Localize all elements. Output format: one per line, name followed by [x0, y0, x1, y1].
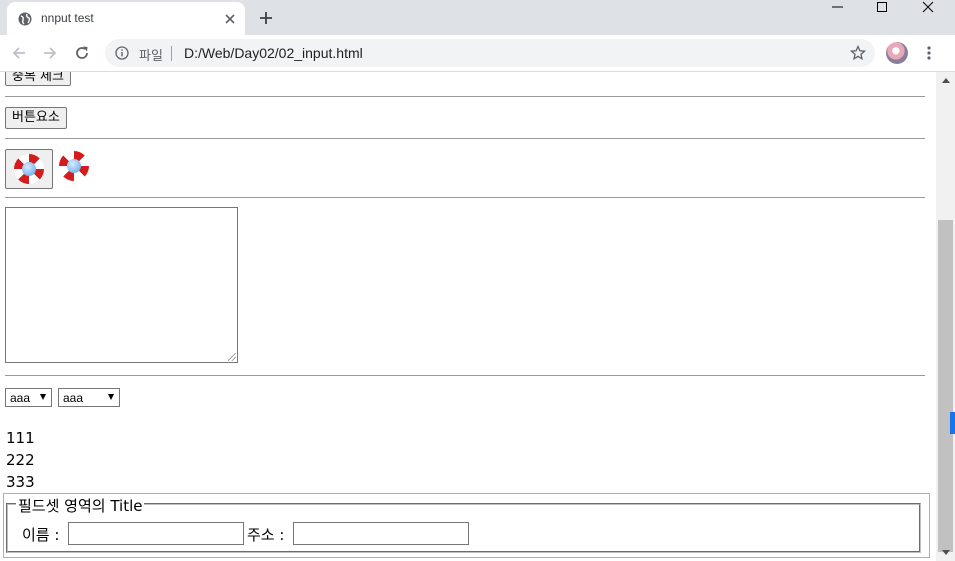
close-tab-icon[interactable] [223, 12, 237, 26]
scheme-label: 파일 [139, 48, 163, 63]
more-menu-icon[interactable] [921, 44, 937, 62]
edge-accent [950, 412, 955, 434]
image-button[interactable] [5, 149, 53, 189]
text-line: 333 [6, 473, 35, 491]
button-element[interactable]: 버튼요소 [5, 107, 67, 129]
back-arrow-icon[interactable] [11, 45, 27, 61]
dropdown-arrow-icon [108, 394, 114, 400]
text-line: 222 [6, 451, 35, 469]
textarea-field[interactable] [5, 207, 238, 363]
new-tab-icon[interactable] [257, 9, 275, 27]
minimize-icon[interactable] [815, 0, 861, 28]
divider [5, 375, 925, 376]
page-viewport: 중복 체크 버튼요소 aaa aaa 111 222 333 필드셋 영역의 T… [0, 72, 938, 561]
reload-icon[interactable] [74, 45, 90, 61]
profile-avatar[interactable] [886, 42, 908, 64]
close-window-icon[interactable] [907, 0, 953, 28]
duplicate-check-button[interactable]: 중복 체크 [5, 72, 71, 86]
fieldset-legend: 필드셋 영역의 Title [16, 495, 145, 516]
browser-toolbar: 파일 D:/Web/Day02/02_input.html [0, 35, 955, 72]
globe-icon [18, 12, 32, 26]
select-value: aaa [63, 391, 84, 405]
scroll-down-arrow-icon[interactable] [942, 550, 950, 555]
select-dropdown-2[interactable]: aaa [58, 388, 120, 407]
bookmark-star-icon[interactable] [850, 45, 866, 61]
address-bar[interactable]: 파일 D:/Web/Day02/02_input.html [105, 39, 875, 67]
info-icon[interactable] [115, 46, 129, 60]
text-line: 111 [6, 429, 35, 447]
divider [5, 96, 925, 97]
lifebuoy-image-input[interactable] [59, 151, 89, 181]
name-label: 이름 : [22, 526, 60, 544]
scroll-up-arrow-icon[interactable] [942, 78, 950, 83]
dropdown-arrow-icon [40, 394, 46, 400]
forward-arrow-icon[interactable] [42, 45, 58, 61]
maximize-icon[interactable] [861, 0, 907, 28]
address-input[interactable] [293, 522, 469, 545]
scrollbar-thumb[interactable] [938, 220, 953, 552]
tab-strip: nnput test [0, 0, 955, 35]
select-value: aaa [10, 391, 31, 405]
url-text[interactable]: D:/Web/Day02/02_input.html [184, 45, 363, 61]
tab-title: nnput test [41, 11, 94, 25]
vertical-scrollbar[interactable] [936, 72, 955, 561]
omnibox-divider [171, 46, 172, 61]
address-label: 주소 : [247, 526, 285, 544]
divider [5, 138, 925, 139]
name-input[interactable] [68, 522, 244, 545]
select-dropdown-1[interactable]: aaa [5, 388, 52, 407]
resize-handle[interactable] [228, 353, 236, 361]
divider [5, 197, 925, 198]
lifebuoy-icon [14, 154, 44, 184]
browser-tab[interactable]: nnput test [7, 2, 245, 35]
